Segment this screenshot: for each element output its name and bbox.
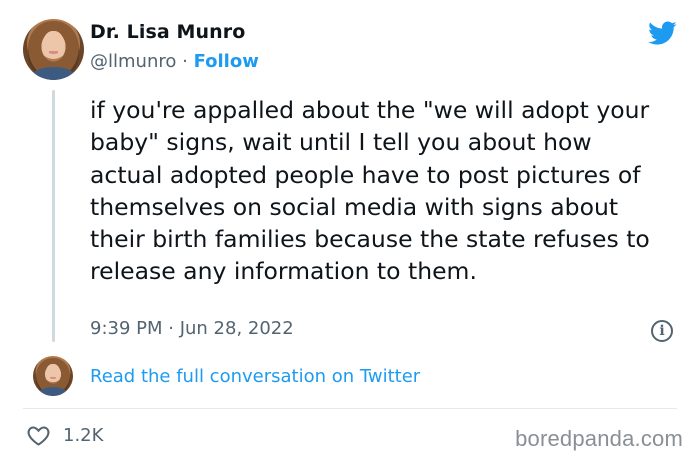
avatar-mouth	[48, 50, 59, 54]
avatar-mouth	[49, 376, 57, 379]
author-handle-row: @llmunro · Follow	[90, 51, 259, 72]
author-handle[interactable]: @llmunro	[90, 51, 176, 72]
info-icon[interactable]: i	[651, 320, 673, 342]
avatar-face	[46, 364, 60, 383]
avatar-face	[43, 31, 64, 60]
avatar-shoulders	[37, 387, 69, 396]
heart-icon[interactable]	[26, 424, 51, 446]
like-count: 1.2K	[63, 424, 104, 446]
footer-divider	[23, 408, 677, 409]
like-action[interactable]: 1.2K	[26, 424, 103, 446]
conversation-avatar[interactable]	[33, 356, 73, 396]
tweet-card: Dr. Lisa Munro @llmunro · Follow if you'…	[0, 0, 700, 461]
tweet-text: if you're appalled about the "we will ad…	[90, 96, 650, 286]
read-conversation-link[interactable]: Read the full conversation on Twitter	[90, 366, 420, 387]
author-name[interactable]: Dr. Lisa Munro	[90, 21, 245, 43]
handle-separator: ·	[182, 51, 188, 72]
thread-connector-line	[52, 90, 55, 342]
tweet-timestamp[interactable]: 9:39 PM · Jun 28, 2022	[90, 318, 294, 339]
author-avatar[interactable]	[23, 19, 84, 80]
follow-button[interactable]: Follow	[194, 51, 259, 72]
boredpanda-watermark: boredpanda.com	[515, 426, 683, 451]
twitter-bird-icon[interactable]	[645, 18, 679, 48]
